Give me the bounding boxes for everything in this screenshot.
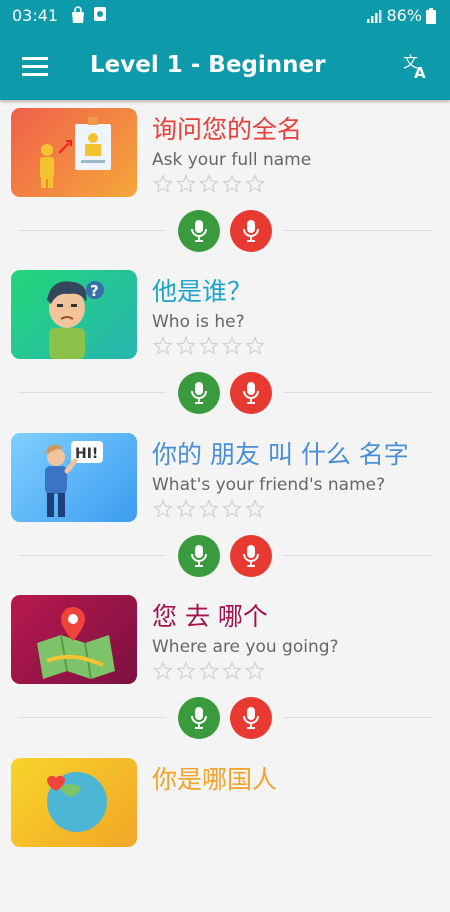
- star-icon: [222, 174, 242, 193]
- microphone-icon: [243, 220, 259, 242]
- play-button[interactable]: [178, 697, 220, 739]
- hamburger-menu-icon[interactable]: [20, 54, 50, 78]
- star-rating: [153, 336, 265, 356]
- page-title: Level 1 - Beginner: [90, 52, 326, 78]
- status-right: 86%: [366, 6, 436, 25]
- star-icon: [222, 499, 242, 518]
- lesson-chinese: 询问您的全名: [152, 115, 303, 144]
- status-bar: 03:41 86%: [0, 0, 450, 32]
- record-button[interactable]: [230, 210, 272, 252]
- signal-icon: [367, 9, 382, 23]
- star-icon: [199, 499, 219, 518]
- microphone-icon: [191, 382, 207, 404]
- microphone-icon: [243, 545, 259, 567]
- record-button[interactable]: [230, 535, 272, 577]
- battery-percent: 86%: [386, 6, 422, 25]
- star-icon: [176, 661, 196, 680]
- confused-man-illustration: ?: [47, 281, 104, 359]
- lesson-english: Ask your full name: [152, 150, 312, 170]
- map-pin-illustration: [37, 607, 115, 680]
- star-icon: [245, 174, 265, 193]
- battery-icon: [426, 7, 436, 24]
- star-icon: [222, 661, 242, 680]
- lesson-thumbnail: [11, 108, 137, 197]
- lesson-english: What's your friend's name?: [152, 475, 386, 495]
- star-icon: [222, 336, 242, 355]
- lesson-chinese: 你是哪国人: [152, 765, 278, 794]
- lesson-card[interactable]: 你是哪国人: [0, 750, 450, 912]
- app-bar: Level 1 - Beginner 文 A: [0, 32, 450, 100]
- star-rating: [153, 499, 265, 519]
- lesson-chinese: 您 去 哪个: [152, 602, 268, 631]
- status-time: 03:41: [12, 6, 59, 25]
- lesson-thumbnail: [11, 595, 137, 684]
- divider: [283, 555, 433, 556]
- shopping-bag-icon: [72, 6, 84, 23]
- lesson-chinese: 你的 朋友 叫 什么 名字: [152, 440, 409, 469]
- star-icon: [176, 174, 196, 193]
- star-icon: [176, 336, 196, 355]
- microphone-icon: [191, 220, 207, 242]
- microphone-icon: [191, 707, 207, 729]
- divider: [18, 230, 166, 231]
- svg-text:HI!: HI!: [75, 446, 98, 462]
- divider: [283, 230, 433, 231]
- lesson-english: Who is he?: [152, 312, 245, 332]
- divider: [283, 392, 433, 393]
- star-icon: [176, 499, 196, 518]
- star-icon: [199, 661, 219, 680]
- star-icon: [153, 661, 173, 680]
- globe-illustration: [47, 772, 107, 832]
- lesson-chinese: 他是谁？: [152, 277, 253, 306]
- svg-text:A: A: [414, 64, 426, 80]
- screenshot-icon: [94, 7, 106, 21]
- divider: [18, 392, 166, 393]
- lesson-thumbnail: HI!: [11, 433, 137, 522]
- star-icon: [245, 661, 265, 680]
- play-button[interactable]: [178, 210, 220, 252]
- star-icon: [245, 499, 265, 518]
- play-button[interactable]: [178, 535, 220, 577]
- translate-icon[interactable]: 文 A: [402, 52, 430, 80]
- star-icon: [153, 336, 173, 355]
- lesson-card[interactable]: 您 去 哪个 Where are you going?: [0, 587, 450, 749]
- lesson-card[interactable]: ? 他是谁？ Who is he?: [0, 262, 450, 424]
- record-button[interactable]: [230, 697, 272, 739]
- star-icon: [153, 174, 173, 193]
- lesson-thumbnail: [11, 758, 137, 847]
- waving-man-illustration: HI!: [45, 441, 103, 517]
- microphone-icon: [191, 545, 207, 567]
- divider: [283, 717, 433, 718]
- star-rating: [153, 174, 265, 194]
- lesson-card[interactable]: HI! 你的 朋友 叫 什么 名字 What's your friend's n…: [0, 425, 450, 587]
- divider: [18, 555, 166, 556]
- microphone-icon: [243, 707, 259, 729]
- play-button[interactable]: [178, 372, 220, 414]
- star-icon: [153, 499, 173, 518]
- id-card-illustration: [40, 117, 111, 188]
- star-icon: [199, 336, 219, 355]
- star-icon: [245, 336, 265, 355]
- record-button[interactable]: [230, 372, 272, 414]
- lesson-thumbnail: ?: [11, 270, 137, 359]
- microphone-icon: [243, 382, 259, 404]
- lesson-card[interactable]: 询问您的全名 Ask your full name: [0, 100, 450, 262]
- divider: [18, 717, 166, 718]
- svg-text:?: ?: [90, 282, 99, 300]
- star-icon: [199, 174, 219, 193]
- lesson-english: Where are you going?: [152, 637, 339, 657]
- star-rating: [153, 661, 265, 681]
